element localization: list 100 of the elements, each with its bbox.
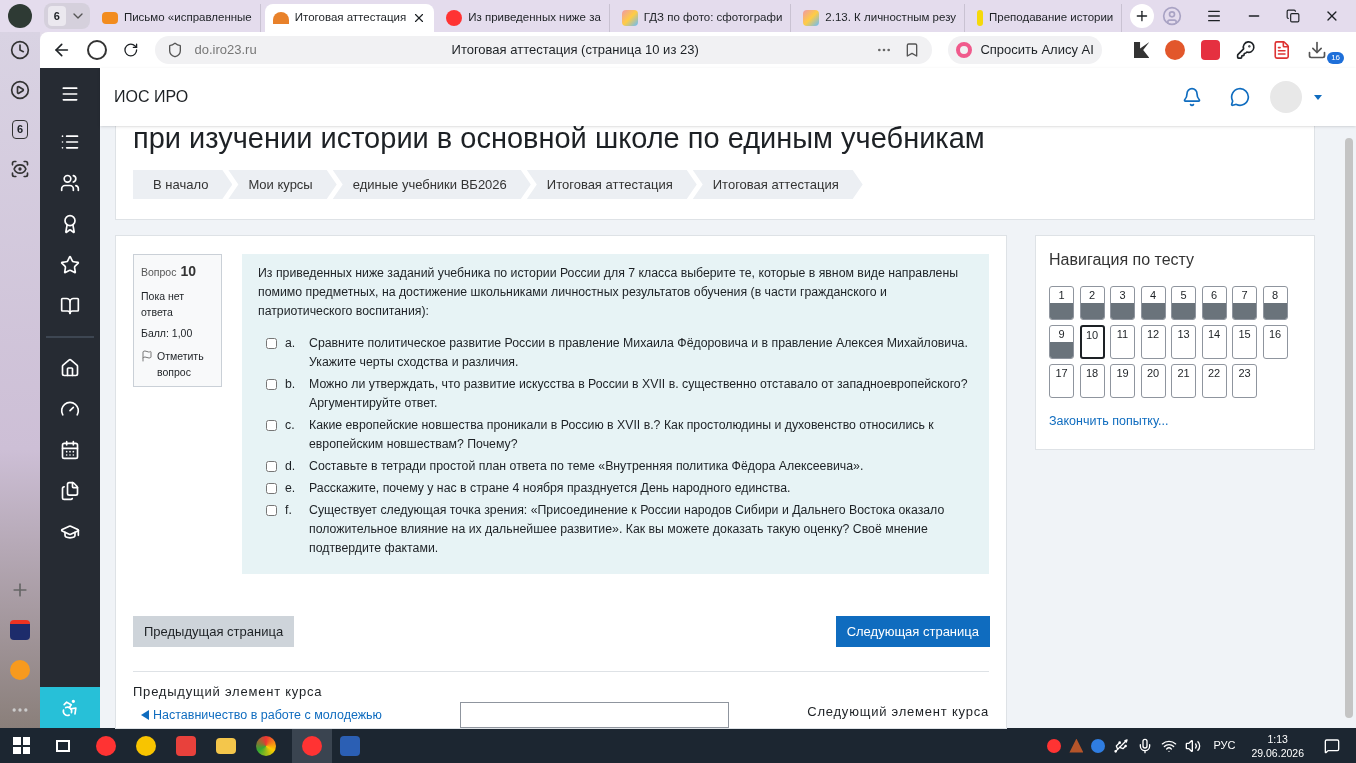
question-nav-button[interactable]: 22	[1201, 364, 1227, 398]
breadcrumb-link[interactable]: В начало	[133, 170, 233, 199]
book-icon[interactable]	[60, 296, 80, 316]
finish-attempt-link[interactable]: Закончить попытку...	[1049, 412, 1301, 431]
folder-icon[interactable]	[216, 737, 236, 754]
tray-icon[interactable]	[1091, 738, 1106, 753]
windows-logo-icon[interactable]	[13, 737, 30, 754]
shield-icon	[166, 42, 183, 58]
play-icon[interactable]	[10, 80, 30, 100]
question-nav-button[interactable]: 15	[1232, 325, 1257, 359]
question-nav-button[interactable]: 5	[1171, 286, 1196, 320]
task-view-icon[interactable]	[56, 739, 70, 752]
next-page-button[interactable]: Следующая страница	[835, 616, 990, 647]
breadcrumb-link[interactable]: единые учебники ВБ2026	[332, 170, 531, 199]
taskbar-app-icon[interactable]	[96, 735, 116, 756]
question-nav-button[interactable]: 23	[1232, 364, 1257, 398]
files-icon[interactable]	[60, 481, 80, 501]
extension-icon[interactable]	[1133, 42, 1150, 58]
question-nav-button[interactable]: 10	[1079, 325, 1105, 359]
question-nav-button[interactable]: 13	[1171, 325, 1196, 359]
caret-icon[interactable]	[1314, 94, 1322, 100]
menu-icon[interactable]	[60, 84, 80, 104]
question-nav-button[interactable]: 21	[1171, 364, 1196, 398]
address-bar[interactable]: do.iro23.ru Итоговая аттестация (страница 10 из 23)	[154, 36, 933, 64]
tab-count-badge[interactable]: 6	[47, 5, 66, 27]
option-letter: f.	[285, 502, 293, 519]
tray-icon[interactable]	[1047, 738, 1062, 753]
key-icon[interactable]	[1236, 40, 1256, 60]
question-nav-button[interactable]: 9	[1049, 325, 1074, 359]
question-nav-button[interactable]: 18	[1079, 364, 1105, 398]
language-indicator[interactable]: РУС	[1213, 737, 1236, 754]
option-letter: d.	[285, 458, 297, 475]
chat-icon[interactable]	[1230, 87, 1250, 107]
profile-avatar-icon[interactable]	[8, 4, 32, 28]
breadcrumb-link[interactable]: Итоговая аттестация	[692, 170, 863, 199]
breadcrumb-link[interactable]: Итоговая аттестация	[526, 170, 697, 199]
taskbar-app-icon[interactable]	[256, 735, 276, 756]
question-label: Вопрос	[141, 265, 177, 280]
question-nav-button[interactable]: 4	[1140, 286, 1166, 320]
question-nav-button[interactable]: 2	[1079, 286, 1105, 320]
gauge-icon[interactable]	[60, 399, 80, 419]
option-text: Какие европейские новшества проникали в Россию в XVII в.? Как простолюдины и духовенство относились к европейским новшествам? Почему?	[309, 417, 935, 453]
volume-icon[interactable]	[1185, 737, 1202, 754]
option-letter: b.	[285, 376, 297, 393]
previous-page-button[interactable]: Предыдущая страница	[133, 616, 295, 647]
star-icon[interactable]	[60, 255, 80, 275]
answer-checkbox[interactable]	[266, 483, 277, 494]
previous-activity-link[interactable]: Наставничество в работе с молодежью	[153, 705, 382, 725]
question-nav-button[interactable]: 11	[1110, 325, 1135, 359]
answer-checkbox[interactable]	[266, 379, 277, 390]
tab-title: 2.13. К личностным резу	[825, 10, 957, 26]
reload-icon[interactable]	[123, 42, 139, 58]
side-badge[interactable]: 6	[11, 120, 29, 139]
list-icon[interactable]	[60, 132, 80, 152]
answer-checkbox[interactable]	[266, 338, 277, 349]
question-nav-button[interactable]: 17	[1049, 364, 1074, 398]
question-nav-button[interactable]: 14	[1201, 325, 1227, 359]
app-logo-icon[interactable]	[10, 620, 30, 640]
question-nav-button[interactable]: 16	[1262, 325, 1288, 359]
menu-icon[interactable]	[1206, 8, 1223, 24]
bell-icon[interactable]	[1182, 87, 1202, 107]
new-tab-icon[interactable]	[1130, 4, 1155, 28]
flag-icon[interactable]	[141, 349, 153, 362]
download-icon[interactable]	[1307, 40, 1328, 60]
question-nav-button[interactable]: 19	[1110, 364, 1135, 398]
flag-question-link[interactable]: Отметить вопрос	[157, 347, 214, 380]
question-nav-button[interactable]: 12	[1140, 325, 1166, 359]
history-icon[interactable]	[10, 40, 30, 60]
question-text: Из приведенных ниже заданий учебника по истории России для 7 класса выберите те, которые в явном виде направлены помимо предметных, на достижение школьниками личностных результатов обучения (в части гражданского и патриотического воспитания):	[258, 265, 960, 320]
question-nav-button[interactable]: 6	[1201, 286, 1227, 320]
usb-icon[interactable]	[1113, 737, 1130, 754]
option-text: Сравните политическое развитие России в правление Михаила Фёдоровича и в правление Алексея Михайловича. Укажите черты сходства и различия.	[309, 335, 969, 371]
answer-checkbox[interactable]	[266, 461, 277, 472]
notifications-icon[interactable]	[1324, 737, 1340, 754]
taskbar-app-icon[interactable]	[136, 735, 156, 756]
question-nav-button[interactable]: 3	[1110, 286, 1135, 320]
navigation-title: Навигация по тесту	[1049, 250, 1196, 270]
question-nav-button[interactable]: 20	[1140, 364, 1166, 398]
calendar-icon[interactable]	[60, 440, 80, 460]
alice-button[interactable]: Спросить Алису AI	[948, 36, 1102, 64]
answer-checkbox[interactable]	[266, 420, 277, 431]
breadcrumb-link[interactable]: Мои курсы	[228, 170, 337, 199]
screenshot-icon[interactable]	[10, 158, 30, 179]
pdf-icon[interactable]	[1271, 40, 1292, 60]
taskbar-app-icon[interactable]	[292, 728, 332, 763]
page-title: Итоговая аттестация (страница 10 из 23)	[451, 41, 700, 60]
option-letter: c.	[285, 417, 296, 434]
question-nav-button[interactable]: 7	[1232, 286, 1257, 320]
restore-icon[interactable]	[1286, 9, 1301, 23]
question-nav-button[interactable]: 8	[1262, 286, 1288, 320]
clock-time: 1:13	[1267, 731, 1288, 746]
question-nav-button[interactable]: 1	[1049, 286, 1074, 320]
browser-tab[interactable]: Итоговая аттестация	[264, 4, 435, 32]
scrollbar[interactable]	[1345, 138, 1353, 718]
home-icon[interactable]	[60, 358, 80, 378]
graduation-cap-icon[interactable]	[60, 522, 80, 542]
page-heading: при изучении истории в основной школе по единым учебникам	[133, 121, 986, 156]
jump-to-select[interactable]	[460, 702, 730, 728]
users-icon[interactable]	[60, 173, 80, 193]
answer-checkbox[interactable]	[266, 505, 277, 516]
